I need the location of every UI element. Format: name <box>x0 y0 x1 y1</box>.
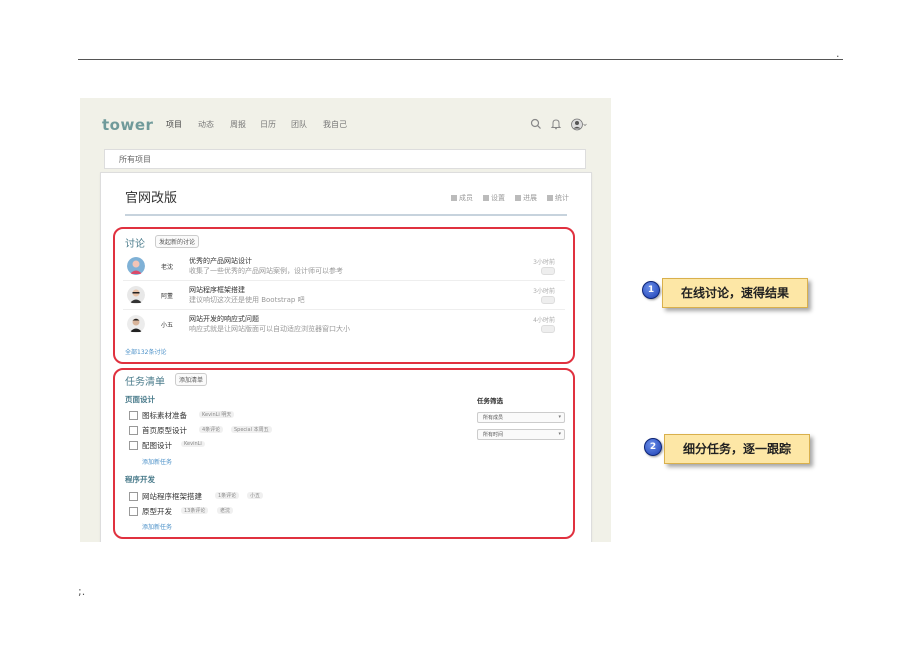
task-section: 任务清单 添加清单 页面设计 图标素材准备 KevinLi 明天 首页原型设计 … <box>113 368 575 539</box>
task-checkbox[interactable] <box>129 441 138 450</box>
task-name[interactable]: 图标素材准备 <box>142 410 187 421</box>
callout-tasks: 细分任务，逐一跟踪 <box>664 434 810 464</box>
bell-icon[interactable] <box>550 118 562 130</box>
comment-count-badge <box>541 325 555 333</box>
list-item[interactable]: 小五 网站开发的响应式问题 响应式就是让网站版面可以自动适应浏览器窗口大小 4小… <box>123 313 565 335</box>
top-nav: tower 项目 动态 周报 日历 团队 我自己 <box>80 98 611 148</box>
discussion-excerpt: 响应式就是让网站版面可以自动适应浏览器窗口大小 <box>189 325 350 333</box>
task-checkbox[interactable] <box>129 507 138 516</box>
discussion-time: 4小时前 <box>533 317 555 324</box>
time-filter-select[interactable]: 所有时间 ▾ <box>477 429 565 440</box>
avatar <box>127 257 145 275</box>
callout-number-badge: 2 <box>644 438 662 456</box>
nav-weekly[interactable]: 周报 <box>230 119 246 130</box>
user-menu-avatar[interactable] <box>571 118 587 131</box>
discussion-title-link[interactable]: 网站开发的响应式问题 <box>189 314 259 324</box>
add-list-button[interactable]: 添加清单 <box>175 373 208 386</box>
row-divider <box>123 309 565 310</box>
nav-team[interactable]: 团队 <box>291 119 307 130</box>
settings-link[interactable]: 设置 <box>483 193 505 203</box>
task-checkbox[interactable] <box>129 411 138 420</box>
discussion-section: 讨论 发起新的讨论 老沈 优秀的产品网站设计 收集了一些优秀的产品网站案例，设计… <box>113 227 575 364</box>
discussion-author: 老沈 <box>161 264 174 271</box>
corner-dot: . <box>836 47 840 60</box>
task-item[interactable]: 配图设计 KevinLi <box>129 439 379 451</box>
list-item[interactable]: 阿董 网站程序框架搭建 建议响切这次还是使用 Bootstrap 吧 3小时前 <box>123 284 565 306</box>
new-discussion-button[interactable]: 发起新的讨论 <box>155 235 200 248</box>
members-icon <box>451 195 457 201</box>
row-divider <box>123 280 565 281</box>
discussion-author: 阿董 <box>161 293 174 300</box>
nav-projects[interactable]: 项目 <box>166 119 182 130</box>
task-tag: KevinLi 明天 <box>199 411 235 418</box>
task-name[interactable]: 首页原型设计 <box>142 425 187 436</box>
discussion-time: 3小时前 <box>533 259 555 266</box>
avatar <box>127 315 145 333</box>
stats-link[interactable]: 统计 <box>547 193 569 203</box>
list-item[interactable]: 老沈 优秀的产品网站设计 收集了一些优秀的产品网站案例，设计师可以参考 3小时前 <box>123 255 565 277</box>
discussion-excerpt: 收集了一些优秀的产品网站案例，设计师可以参考 <box>189 267 343 275</box>
callout-number-badge: 1 <box>642 281 660 299</box>
chart-icon <box>547 195 553 201</box>
breadcrumb: 所有项目 <box>104 149 586 169</box>
task-item[interactable]: 首页原型设计 4条评论 Special 本周五 <box>129 424 379 436</box>
add-task-link[interactable]: 添加新任务 <box>142 522 172 531</box>
task-item[interactable]: 原型开发 13条评论 老沈 <box>129 505 379 517</box>
top-rule <box>78 59 843 60</box>
discussion-title-link[interactable]: 网站程序框架搭建 <box>189 285 245 295</box>
task-group-title: 程序开发 <box>125 475 155 484</box>
discussion-title-link[interactable]: 优秀的产品网站设计 <box>189 256 252 266</box>
task-group-title: 页面设计 <box>125 395 155 404</box>
footer-mark: ;. <box>78 585 86 598</box>
gear-icon <box>483 195 489 201</box>
app-screenshot: tower 项目 动态 周报 日历 团队 我自己 所有项目 官网改版 成员 设置… <box>80 98 611 542</box>
discussion-author: 小五 <box>161 322 174 329</box>
task-tag: 1条评论 <box>215 492 240 499</box>
task-checkbox[interactable] <box>129 492 138 501</box>
nav-activity[interactable]: 动态 <box>198 119 214 130</box>
task-name[interactable]: 网站程序框架搭建 <box>142 491 202 502</box>
all-discussions-link[interactable]: 全部132条讨论 <box>125 347 166 356</box>
task-tag: 老沈 <box>217 507 234 514</box>
task-tag: 4条评论 <box>199 426 224 433</box>
comment-count-badge <box>541 296 555 304</box>
comment-count-badge <box>541 267 555 275</box>
callout-discussion: 在线讨论，速得结果 <box>662 278 808 308</box>
app-logo[interactable]: tower <box>102 116 153 134</box>
task-tag: 小五 <box>247 492 264 499</box>
task-filter-title: 任务筛选 <box>477 397 503 405</box>
title-divider <box>125 214 567 216</box>
task-item[interactable]: 网站程序框架搭建 1条评论 小五 <box>129 490 379 502</box>
nav-calendar[interactable]: 日历 <box>260 119 276 130</box>
project-panel: 官网改版 成员 设置 进展 统计 讨论 发起新的讨论 老沈 优秀的产品网站设计 … <box>100 172 592 542</box>
add-task-link[interactable]: 添加新任务 <box>142 457 172 466</box>
members-link[interactable]: 成员 <box>451 193 473 203</box>
member-filter-select[interactable]: 所有成员 ▾ <box>477 412 565 423</box>
breadcrumb-all-projects[interactable]: 所有项目 <box>119 154 151 165</box>
task-tag: KevinLi <box>181 441 205 447</box>
task-name[interactable]: 原型开发 <box>142 506 172 517</box>
task-list-title: 任务清单 <box>125 377 165 388</box>
task-name[interactable]: 配图设计 <box>142 440 172 451</box>
discussion-title: 讨论 <box>125 239 145 250</box>
project-actions: 成员 设置 进展 统计 <box>451 193 569 203</box>
task-item[interactable]: 图标素材准备 KevinLi 明天 <box>129 409 379 421</box>
discussion-excerpt: 建议响切这次还是使用 Bootstrap 吧 <box>189 296 305 304</box>
nav-me[interactable]: 我自己 <box>323 119 347 130</box>
chevron-down-icon: ▾ <box>558 414 561 420</box>
progress-link[interactable]: 进展 <box>515 193 537 203</box>
progress-icon <box>515 195 521 201</box>
avatar <box>127 286 145 304</box>
project-title: 官网改版 <box>125 191 178 206</box>
task-checkbox[interactable] <box>129 426 138 435</box>
chevron-down-icon: ▾ <box>558 431 561 437</box>
discussion-time: 3小时前 <box>533 288 555 295</box>
search-icon[interactable] <box>530 118 542 130</box>
task-tag: 13条评论 <box>181 507 209 514</box>
task-tag: Special 本周五 <box>231 426 272 433</box>
